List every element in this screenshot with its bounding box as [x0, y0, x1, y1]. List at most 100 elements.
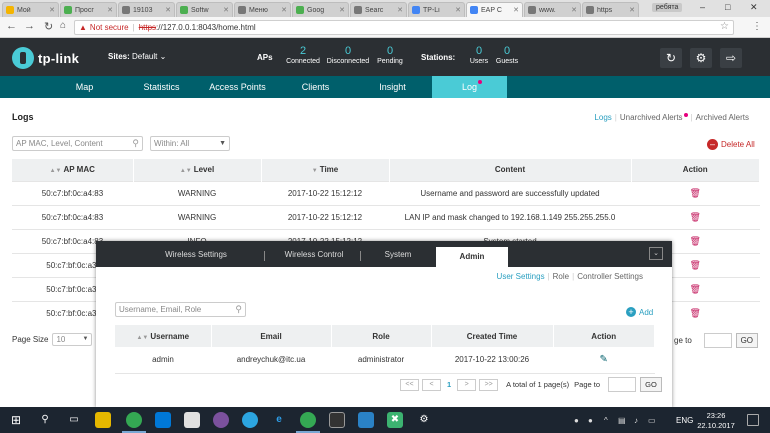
last-page-button[interactable]: >> — [479, 378, 499, 391]
network-icon[interactable]: ▤ — [618, 416, 626, 425]
chrome-icon[interactable] — [122, 412, 146, 433]
home-icon[interactable]: ⌂ — [60, 20, 66, 31]
page-to-input[interactable] — [703, 333, 732, 348]
within-select[interactable]: Within: All ▼ — [150, 136, 230, 151]
browser-tab[interactable]: Softw ✕ — [176, 2, 233, 17]
edit-icon[interactable]: ✎ — [600, 354, 608, 365]
link-archived-alerts[interactable]: Archived Alerts — [696, 113, 749, 122]
first-page-button[interactable]: << — [400, 378, 419, 391]
nav-insight[interactable]: Insight — [355, 76, 430, 98]
trash-icon[interactable]: 🗑 — [690, 188, 701, 198]
link-role[interactable]: Role — [553, 272, 569, 281]
tab-wireless-settings[interactable]: Wireless Settings — [146, 241, 246, 267]
tab-close-icon[interactable]: ✕ — [223, 6, 229, 14]
trash-icon[interactable]: 🗑 — [690, 260, 701, 270]
browser-tab[interactable]: EAP C ✕ — [466, 2, 523, 17]
tab-close-icon[interactable]: ✕ — [165, 6, 171, 14]
site-selector[interactable]: Sites: Default ⌄ — [108, 52, 166, 61]
log-search-input[interactable]: AP MAC, Level, Content ⚲ — [12, 136, 143, 151]
link-logs[interactable]: Logs — [594, 113, 611, 122]
link-controller-settings[interactable]: Controller Settings — [577, 272, 643, 281]
store-icon[interactable] — [155, 412, 171, 428]
next-page-button[interactable]: > — [457, 378, 477, 391]
browser-tab[interactable]: Goog ✕ — [292, 2, 349, 17]
trash-icon[interactable]: 🗑 — [690, 212, 701, 222]
go-button[interactable]: GO — [640, 377, 662, 392]
refresh-button[interactable]: ↻ — [660, 48, 682, 68]
browser-tab[interactable]: Мой ✕ — [2, 2, 59, 17]
tab-close-icon[interactable]: ✕ — [397, 6, 403, 14]
forward-icon[interactable]: → — [24, 20, 35, 32]
page-to-input[interactable] — [608, 377, 636, 392]
logout-button[interactable]: ⇨ — [720, 48, 742, 68]
nav-clients[interactable]: Clients — [278, 76, 353, 98]
user-search-input[interactable]: Username, Email, Role ⚲ — [115, 302, 246, 317]
trash-icon[interactable]: 🗑 — [690, 236, 701, 246]
tab-close-icon[interactable]: ✕ — [107, 6, 113, 14]
settings-button[interactable]: ⚙ — [690, 48, 712, 68]
maximize-icon[interactable]: □ — [725, 2, 730, 12]
browser-tab[interactable]: Меню ✕ — [234, 2, 291, 17]
volume-icon[interactable]: ♪ — [634, 416, 638, 425]
col-time[interactable]: ▼ Time — [261, 159, 390, 181]
collapse-button[interactable]: ⌄ — [649, 247, 663, 260]
task-view-icon[interactable]: ▭ — [66, 412, 82, 428]
bookmark-star-icon[interactable]: ☆ — [720, 21, 729, 32]
chrome-icon[interactable] — [296, 412, 320, 433]
url-input[interactable]: ▲ Not secure | https ://127.0.0.1:8043/h… — [74, 20, 734, 35]
tab-close-icon[interactable]: ✕ — [281, 6, 287, 14]
battery-icon[interactable]: ▭ — [648, 416, 656, 425]
go-button[interactable]: GO — [735, 333, 758, 348]
col-username[interactable]: ▲▼ Username — [115, 325, 212, 347]
browser-tab[interactable]: www. ✕ — [524, 2, 581, 17]
stations-guests-stat[interactable]: 0 Guests — [482, 45, 532, 65]
close-window-icon[interactable]: ✕ — [750, 2, 758, 13]
aps-connected-stat[interactable]: 2 Connected — [278, 45, 328, 65]
viber-icon[interactable] — [213, 412, 229, 428]
settings-gear-icon[interactable]: ⚙ — [416, 412, 432, 428]
snipping-tool-icon[interactable]: ✖ — [387, 412, 403, 428]
tab-close-icon[interactable]: ✕ — [339, 6, 345, 14]
tab-close-icon[interactable]: ✕ — [49, 6, 55, 14]
page-size-select[interactable]: 10 ▼ — [52, 333, 93, 346]
minimize-icon[interactable]: – — [700, 2, 705, 12]
windows-start-icon[interactable]: ⊞ — [8, 412, 24, 428]
browser-tab[interactable]: Searc ✕ — [350, 2, 407, 17]
nav-map[interactable]: Map — [47, 76, 122, 98]
clock[interactable]: 23:26 22.10.2017 — [696, 411, 736, 431]
app-icon[interactable] — [184, 412, 200, 428]
tray-overflow-icon[interactable]: ^ — [604, 416, 608, 425]
current-page[interactable]: 1 — [447, 380, 451, 389]
tab-close-icon[interactable]: ✕ — [513, 6, 519, 14]
browser-tab[interactable]: https ✕ — [582, 2, 639, 17]
delete-all-button[interactable]: – Delete All — [707, 139, 755, 150]
tray-app-icon[interactable]: ● — [588, 416, 593, 425]
tray-people-icon[interactable]: ● — [574, 416, 579, 425]
trash-icon[interactable]: 🗑 — [690, 284, 701, 294]
col-level[interactable]: ▲▼ Level — [133, 159, 262, 181]
tab-close-icon[interactable]: ✕ — [571, 6, 577, 14]
back-icon[interactable]: ← — [6, 20, 17, 32]
photos-icon[interactable] — [358, 412, 374, 428]
tab-wireless-control[interactable]: Wireless Control — [266, 241, 362, 267]
tab-system[interactable]: System — [362, 241, 434, 267]
terminal-icon[interactable] — [329, 412, 345, 428]
file-explorer-icon[interactable] — [95, 412, 111, 428]
browser-tab[interactable]: Просг ✕ — [60, 2, 117, 17]
tab-close-icon[interactable]: ✕ — [629, 6, 635, 14]
prev-page-button[interactable]: < — [422, 378, 441, 391]
add-user-button[interactable]: + Add — [626, 307, 653, 317]
search-icon[interactable]: ⚲ — [37, 412, 53, 428]
tab-admin[interactable]: Admin — [436, 247, 508, 267]
notifications-icon[interactable] — [747, 414, 759, 426]
reload-icon[interactable]: ↻ — [44, 20, 53, 33]
link-user-settings[interactable]: User Settings — [497, 272, 545, 281]
telegram-icon[interactable] — [242, 412, 258, 428]
nav-access-points[interactable]: Access Points — [200, 76, 275, 98]
tab-close-icon[interactable]: ✕ — [455, 6, 461, 14]
browser-tab[interactable]: TP-Li ✕ — [408, 2, 465, 17]
nav-statistics[interactable]: Statistics — [124, 76, 199, 98]
browser-tab[interactable]: 19103 ✕ — [118, 2, 175, 17]
col-ap-mac[interactable]: ▲▼ AP MAC — [12, 159, 134, 181]
language-indicator[interactable]: ENG — [676, 416, 693, 425]
